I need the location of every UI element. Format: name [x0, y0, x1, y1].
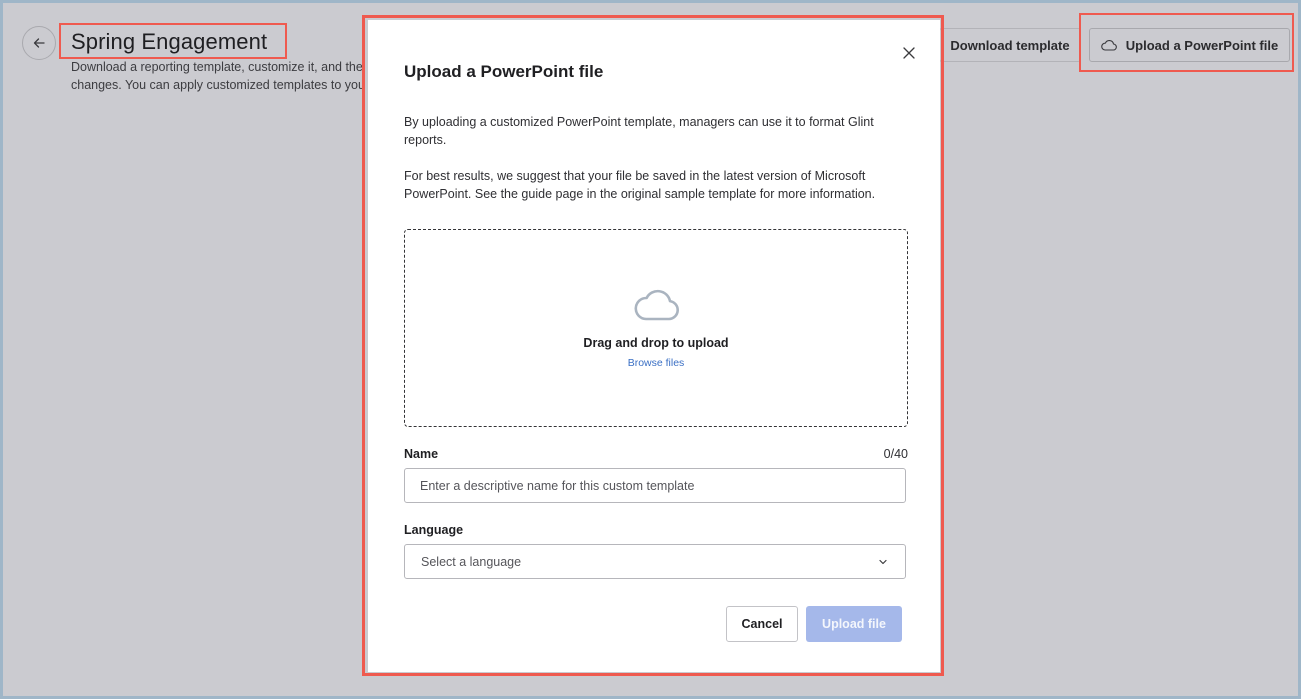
language-label: Language	[404, 523, 464, 537]
app-window: Spring Engagement Download a reporting t…	[3, 3, 1298, 696]
name-label: Name	[404, 447, 439, 461]
page-description: Download a reporting template, customize…	[71, 58, 371, 94]
upload-modal: Upload a PowerPoint file By uploading a …	[368, 20, 940, 672]
arrow-left-icon	[33, 38, 45, 48]
close-icon	[903, 47, 915, 59]
page-description-line: changes. You can apply customized templa…	[71, 78, 365, 92]
browse-files-link[interactable]: Browse files	[405, 357, 907, 369]
language-select-value: Select a language	[421, 554, 522, 569]
page-description-line: Download a reporting template, customize…	[71, 60, 363, 74]
file-dropzone[interactable]: Drag and drop to upload Browse files	[404, 229, 908, 427]
download-template-button[interactable]: Download template	[939, 28, 1081, 62]
name-input[interactable]	[404, 468, 906, 503]
chevron-down-icon	[879, 559, 887, 565]
back-button[interactable]	[22, 26, 56, 60]
upload-button-highlight-box	[1079, 13, 1294, 72]
modal-guidance: For best results, we suggest that your f…	[404, 169, 876, 201]
modal-description: By uploading a customized PowerPoint tem…	[404, 115, 874, 147]
name-character-count: 0/40	[883, 447, 908, 461]
language-select[interactable]: Select a language	[404, 544, 906, 579]
modal-title: Upload a PowerPoint file	[404, 62, 604, 81]
cloud-icon	[634, 289, 679, 321]
title-highlight-box	[59, 23, 287, 59]
dropzone-text: Drag and drop to upload	[583, 336, 729, 350]
cancel-button[interactable]: Cancel	[726, 606, 798, 642]
upload-file-button[interactable]: Upload file	[806, 606, 902, 642]
close-button[interactable]	[898, 42, 920, 64]
